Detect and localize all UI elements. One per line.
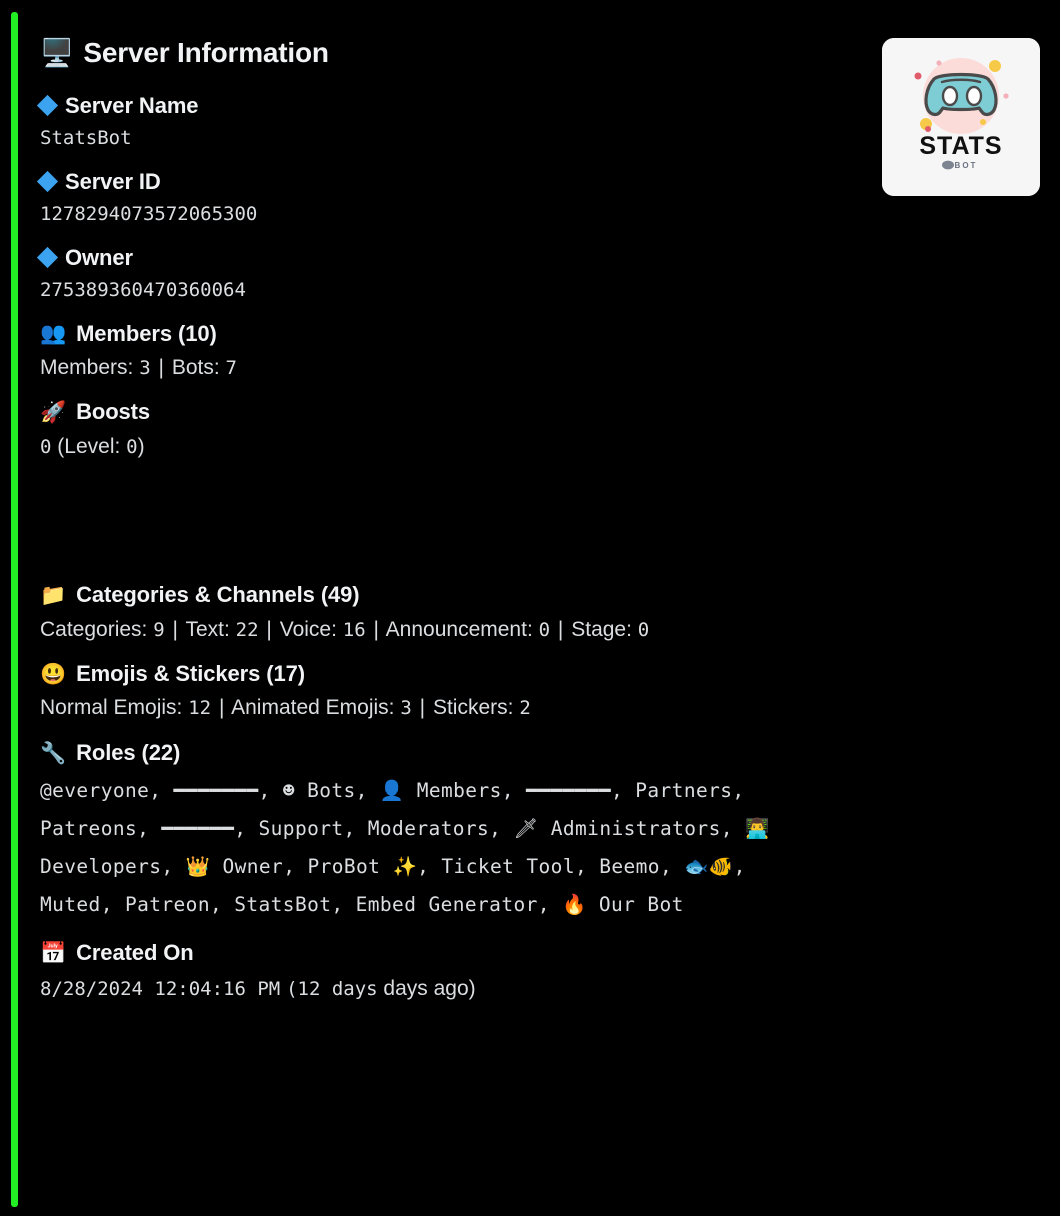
- value-separator: |: [158, 356, 164, 379]
- field-categories-channels: 📁 Categories & Channels (49) Categories:…: [40, 582, 840, 645]
- field-name-row: 👥 Members (10): [40, 321, 840, 347]
- bots-count: 7: [225, 357, 237, 379]
- stickers-label: Stickers:: [432, 696, 514, 720]
- blue-diamond-icon: [36, 171, 59, 193]
- embed-title: 🖥️ Server Information: [40, 37, 840, 69]
- value-separator: |: [218, 696, 225, 720]
- animated-emojis-count: 3: [400, 697, 412, 720]
- roles-list: @everyone, ━━━━━━━, ☻ Bots, 👤 Members, ━…: [40, 779, 770, 917]
- field-label: Roles (22): [76, 739, 181, 765]
- field-created-on: 📅 Created On 8/28/2024 12:04:16 PM (12 d…: [40, 940, 840, 1004]
- boost-level-close: ): [137, 434, 145, 458]
- field-name-row: 📁 Categories & Channels (49): [40, 582, 840, 608]
- embed-body: 🖥️ Server Information Server Name StatsB…: [36, 37, 840, 1022]
- stats-bot-logo-icon: STATS BOT: [882, 38, 1040, 196]
- field-name-row: Server ID: [36, 168, 840, 195]
- voice-label: Voice:: [279, 617, 337, 641]
- embed-accent-bar: [11, 12, 18, 1207]
- field-owner: Owner 275389360470360064: [36, 244, 840, 305]
- normal-emojis-count: 12: [188, 697, 212, 720]
- created-relative-suffix: days ago): [383, 976, 476, 1000]
- field-label: Server ID: [65, 168, 161, 194]
- field-label: Emojis & Stickers (17): [76, 661, 305, 687]
- stage-count: 0: [637, 618, 650, 641]
- animated-emojis-label: Animated Emojis:: [231, 696, 395, 720]
- field-emojis-stickers: 😃 Emojis & Stickers (17) Normal Emojis: …: [40, 661, 840, 724]
- normal-emojis-label: Normal Emojis:: [40, 696, 183, 720]
- field-label: Boosts: [76, 399, 151, 425]
- field-value: 8/28/2024 12:04:16 PM (12 days days ago): [40, 973, 840, 1005]
- value-separator: |: [266, 617, 272, 641]
- field-value: Normal Emojis: 12 | Animated Emojis: 3 |…: [40, 693, 840, 723]
- categories-count: 9: [153, 618, 165, 641]
- created-relative-open: (12 days: [286, 977, 378, 1000]
- field-value: 1278294073572065300: [40, 203, 258, 226]
- value-separator: |: [557, 617, 564, 641]
- created-date: 8/28/2024 12:04:16 PM: [40, 977, 281, 1000]
- embed-title-text: Server Information: [83, 37, 329, 68]
- field-server-id: Server ID 1278294073572065300: [36, 168, 840, 229]
- announcement-count: 0: [538, 618, 551, 641]
- boost-level-value: 0: [126, 435, 138, 458]
- boost-count: 0: [40, 435, 52, 458]
- desktop-computer-icon: 🖥️: [40, 37, 74, 68]
- discord-embed: STATS BOT 🖥️ Server Information Server N…: [0, 0, 1060, 1216]
- field-name-row: 🚀 Boosts: [40, 399, 840, 425]
- field-label: Owner: [65, 244, 133, 270]
- members-label: Members:: [40, 356, 134, 379]
- file-folder-icon: 📁: [40, 583, 67, 607]
- field-value: 0 (Level: 0): [40, 432, 840, 462]
- field-value: StatsBot: [40, 127, 132, 150]
- field-name-row: 📅 Created On: [40, 940, 840, 966]
- field-boosts: 🚀 Boosts 0 (Level: 0): [40, 399, 840, 462]
- value-separator: |: [419, 696, 426, 720]
- field-server-name: Server Name StatsBot: [36, 92, 840, 153]
- rocket-icon: 🚀: [40, 401, 67, 425]
- field-name-row: 😃 Emojis & Stickers (17): [40, 661, 840, 687]
- grinning-face-icon: 😃: [40, 662, 67, 686]
- stage-label: Stage:: [571, 617, 632, 641]
- text-label: Text:: [185, 617, 230, 641]
- value-separator: |: [172, 617, 178, 641]
- field-value: Members: 3 | Bots: 7: [40, 353, 840, 383]
- field-value: 275389360470360064: [40, 279, 246, 302]
- value-separator: |: [373, 617, 379, 641]
- busts-in-silhouette-icon: 👥: [40, 322, 67, 346]
- field-label: Server Name: [65, 92, 199, 118]
- stickers-count: 2: [519, 697, 531, 720]
- svg-text:STATS: STATS: [919, 132, 1002, 160]
- voice-count: 16: [342, 618, 366, 641]
- categories-label: Categories:: [40, 617, 148, 641]
- calendar-icon: 📅: [40, 942, 67, 966]
- blue-diamond-icon: [36, 95, 59, 117]
- boost-level-label: (Level:: [57, 434, 121, 458]
- embed-thumbnail-image[interactable]: STATS BOT: [882, 38, 1040, 196]
- blue-diamond-icon: [36, 247, 59, 269]
- field-value: Categories: 9 | Text: 22 | Voice: 16 | A…: [40, 615, 840, 645]
- field-label: Created On: [76, 940, 194, 966]
- field-members: 👥 Members (10) Members: 3 | Bots: 7: [40, 321, 840, 384]
- bots-label: Bots:: [171, 356, 220, 379]
- field-name-row: 🔧 Roles (22): [40, 740, 840, 766]
- wrench-icon: 🔧: [40, 741, 67, 765]
- field-name-row: Server Name: [36, 92, 840, 119]
- field-label: Categories & Channels (49): [76, 582, 360, 608]
- svg-text:BOT: BOT: [955, 161, 978, 170]
- text-count: 22: [235, 618, 259, 641]
- field-name-row: Owner: [36, 244, 840, 271]
- field-label: Members (10): [76, 320, 217, 346]
- members-count: 3: [139, 357, 151, 379]
- field-roles: 🔧 Roles (22) @everyone, ━━━━━━━, ☻ Bots,…: [40, 740, 840, 924]
- announcement-label: Announcement:: [385, 617, 533, 641]
